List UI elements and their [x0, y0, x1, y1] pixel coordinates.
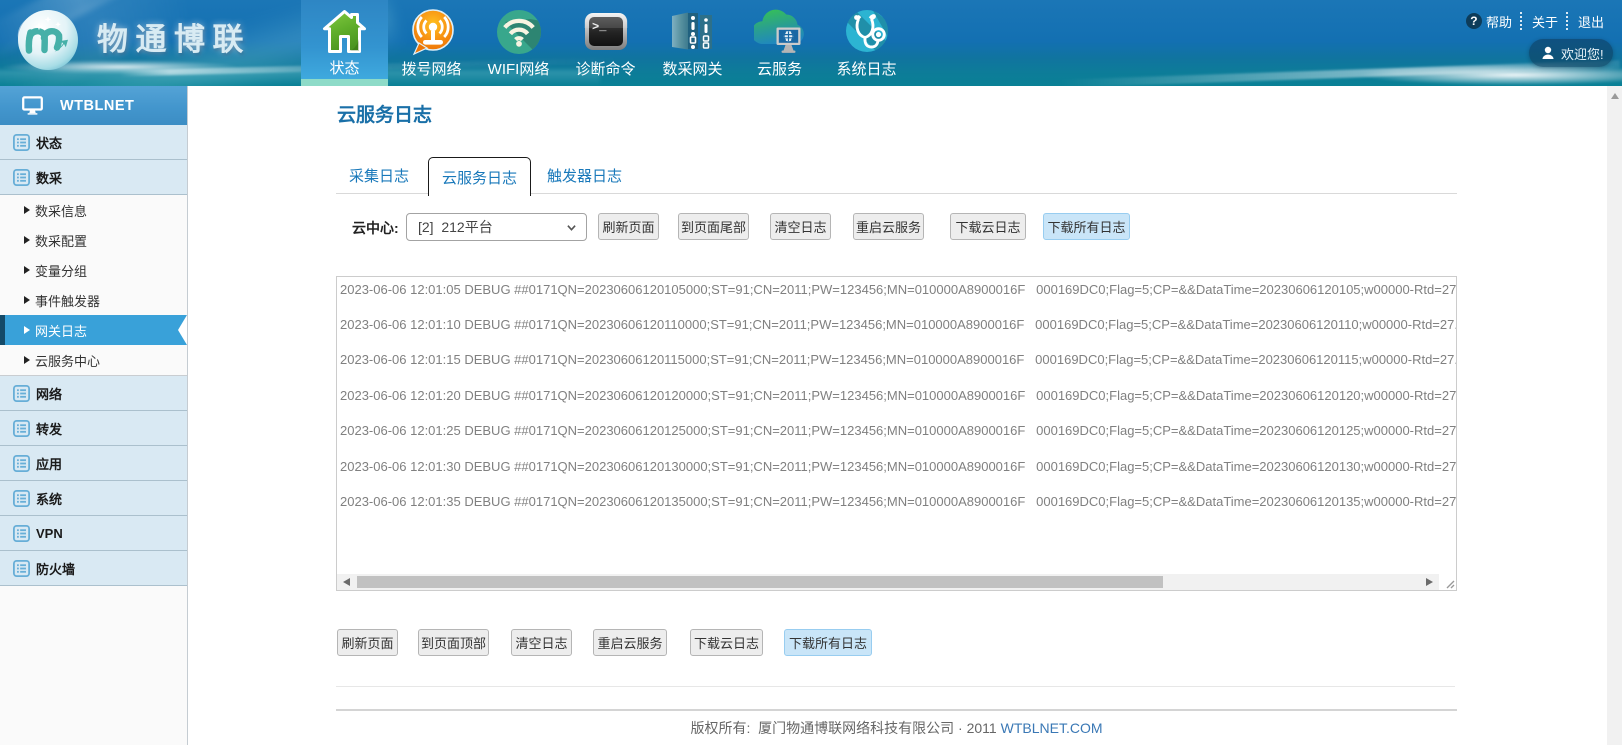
svg-text:>_: >_ — [592, 20, 607, 34]
